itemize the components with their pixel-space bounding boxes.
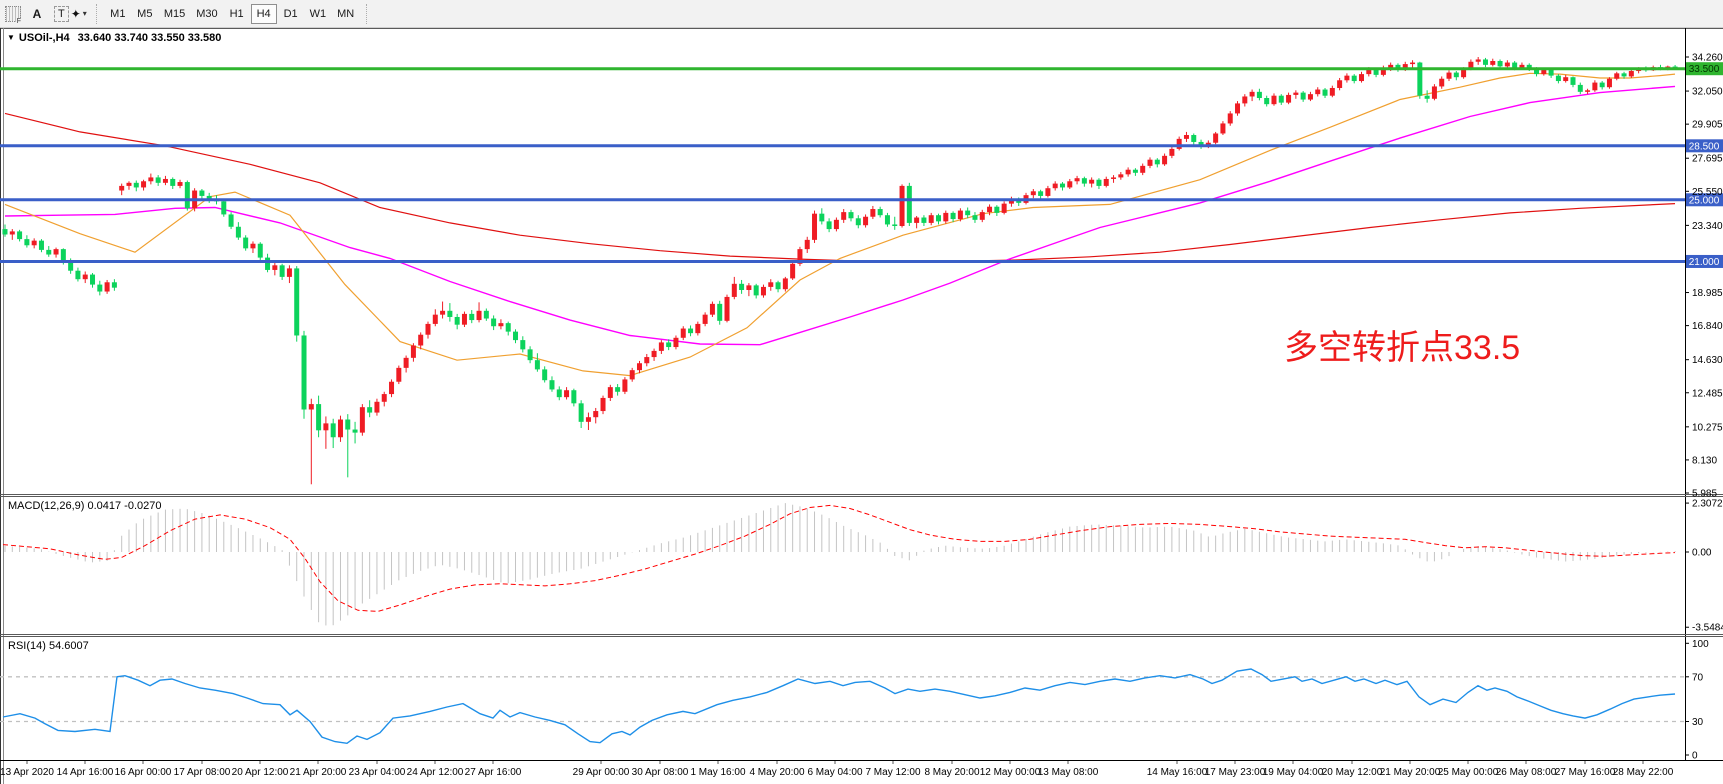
rsi-panel: 100 70 30 0 (0, 639, 1709, 762)
svg-text:-3.5484: -3.5484 (1692, 623, 1723, 634)
svg-text:14 May 16:00: 14 May 16:00 (1147, 767, 1208, 778)
svg-text:29 Apr 00:00: 29 Apr 00:00 (573, 767, 630, 778)
timeframe-m30-button[interactable]: M30 (191, 4, 222, 24)
price-axis: 34.260 32.050 29.905 27.695 25.550 23.340 18.9… (1686, 52, 1723, 499)
svg-text:25.550: 25.550 (1692, 187, 1723, 198)
svg-text:13 Apr 2020: 13 Apr 2020 (0, 767, 54, 778)
rsi-indicator-label: RSI(14) 54.6007 (8, 640, 89, 652)
symbol-dropdown-icon[interactable]: ▼ (7, 33, 15, 42)
svg-text:16.840: 16.840 (1692, 321, 1723, 332)
svg-text:18.985: 18.985 (1692, 288, 1723, 299)
svg-text:29.905: 29.905 (1692, 120, 1723, 131)
timeframe-mn-button[interactable]: MN (332, 4, 359, 24)
svg-text:21 Apr 20:00: 21 Apr 20:00 (290, 767, 347, 778)
chevron-down-icon: ▾ (83, 9, 87, 18)
objects-icon: ✦ (71, 7, 81, 21)
svg-text:4 May 20:00: 4 May 20:00 (749, 767, 804, 778)
chart-title[interactable]: ▼ USOil-,H4 33.640 33.740 33.550 33.580 (7, 32, 221, 44)
svg-text:23 Apr 04:00: 23 Apr 04:00 (349, 767, 406, 778)
svg-text:12.485: 12.485 (1692, 388, 1723, 399)
spacer (50, 4, 51, 24)
annotation-text: 多空转折点33.5 (1284, 330, 1520, 367)
svg-text:8.130: 8.130 (1692, 455, 1717, 466)
svg-text:27 May 16:00: 27 May 16:00 (1555, 767, 1616, 778)
svg-text:25 May 00:00: 25 May 00:00 (1438, 767, 1499, 778)
toolbar-separator (96, 4, 98, 24)
timeframe-m1-button[interactable]: M1 (105, 4, 131, 24)
ma-medium-magenta-line (5, 86, 1675, 344)
panel-borders (0, 28, 1723, 784)
font-tool-button[interactable]: A (27, 4, 47, 24)
ma-long-red-line (5, 113, 1675, 261)
svg-text:0: 0 (1692, 751, 1698, 762)
symbol-label: USOil-,H4 (19, 32, 70, 44)
svg-text:21.000: 21.000 (1689, 257, 1720, 268)
svg-text:17 May 23:00: 17 May 23:00 (1205, 767, 1266, 778)
svg-text:14 Apr 16:00: 14 Apr 16:00 (57, 767, 114, 778)
svg-text:20 May 12:00: 20 May 12:00 (1322, 767, 1383, 778)
timeframe-h4-button[interactable]: H4 (251, 4, 277, 24)
svg-text:23.340: 23.340 (1692, 221, 1723, 232)
toolbar-grip-icon[interactable]: F (5, 6, 21, 22)
svg-text:30 Apr 08:00: 30 Apr 08:00 (632, 767, 689, 778)
svg-text:19 May 04:00: 19 May 04:00 (1263, 767, 1324, 778)
svg-text:34.260: 34.260 (1692, 52, 1723, 63)
macd-indicator-label: MACD(12,26,9) 0.0417 -0.0270 (8, 500, 161, 512)
svg-text:30: 30 (1692, 717, 1704, 728)
svg-text:26 May 08:00: 26 May 08:00 (1496, 767, 1557, 778)
svg-text:33.500: 33.500 (1689, 64, 1720, 75)
svg-text:32.050: 32.050 (1692, 87, 1723, 98)
timeframe-buttons: M1M5M15M30H1H4D1W1MN (105, 4, 359, 24)
svg-text:100: 100 (1692, 639, 1709, 650)
macd-panel: 2.3072 0.00 -3.5484 (3, 499, 1723, 634)
rsi-line (3, 669, 1675, 743)
svg-text:14.630: 14.630 (1692, 355, 1723, 366)
svg-text:1 May 16:00: 1 May 16:00 (690, 767, 745, 778)
timeframe-m15-button[interactable]: M15 (159, 4, 190, 24)
svg-text:70: 70 (1692, 672, 1704, 683)
svg-text:27.695: 27.695 (1692, 154, 1723, 165)
macd-signal-line (3, 505, 1675, 611)
time-axis: 13 Apr 202014 Apr 16:0016 Apr 00:0017 Ap… (0, 761, 1674, 778)
svg-text:21 May 20:00: 21 May 20:00 (1380, 767, 1441, 778)
svg-text:28 May 22:00: 28 May 22:00 (1613, 767, 1674, 778)
toolbar-separator (366, 4, 368, 24)
svg-text:24 Apr 12:00: 24 Apr 12:00 (407, 767, 464, 778)
timeframe-d1-button[interactable]: D1 (278, 4, 304, 24)
timeframe-w1-button[interactable]: W1 (305, 4, 332, 24)
svg-text:10.275: 10.275 (1692, 422, 1723, 433)
svg-text:20 Apr 12:00: 20 Apr 12:00 (232, 767, 289, 778)
mt4-window: F A T ✦ ▾ M1M5M15M30H1H4D1W1MN 33.500 28.… (0, 0, 1723, 784)
svg-text:7 May 12:00: 7 May 12:00 (865, 767, 920, 778)
svg-text:2.3072: 2.3072 (1692, 499, 1723, 510)
price-chart-svg[interactable]: 33.50028.50025.00021.00034.26032.05029.9… (0, 28, 1723, 784)
timeframe-m5-button[interactable]: M5 (132, 4, 158, 24)
chart-area: 33.50028.50025.00021.00034.26032.05029.9… (0, 28, 1723, 784)
svg-text:6 May 04:00: 6 May 04:00 (807, 767, 862, 778)
svg-text:28.500: 28.500 (1689, 141, 1720, 152)
svg-text:13 May 08:00: 13 May 08:00 (1038, 767, 1099, 778)
candlesticks (3, 57, 1678, 484)
svg-text:12 May 00:00: 12 May 00:00 (980, 767, 1041, 778)
svg-text:17 Apr 08:00: 17 Apr 08:00 (174, 767, 231, 778)
ohlc-values: 33.640 33.740 33.550 33.580 (78, 32, 222, 44)
svg-text:8 May 20:00: 8 May 20:00 (924, 767, 979, 778)
svg-text:27 Apr 16:00: 27 Apr 16:00 (465, 767, 522, 778)
objects-dropdown-button[interactable]: ✦ ▾ (71, 7, 87, 21)
toolbar: F A T ✦ ▾ M1M5M15M30H1H4D1W1MN (0, 0, 1723, 28)
svg-text:16 Apr 00:00: 16 Apr 00:00 (115, 767, 172, 778)
text-label-tool-button[interactable]: T (54, 6, 69, 22)
svg-text:0.00: 0.00 (1692, 548, 1712, 559)
timeframe-h1-button[interactable]: H1 (224, 4, 250, 24)
